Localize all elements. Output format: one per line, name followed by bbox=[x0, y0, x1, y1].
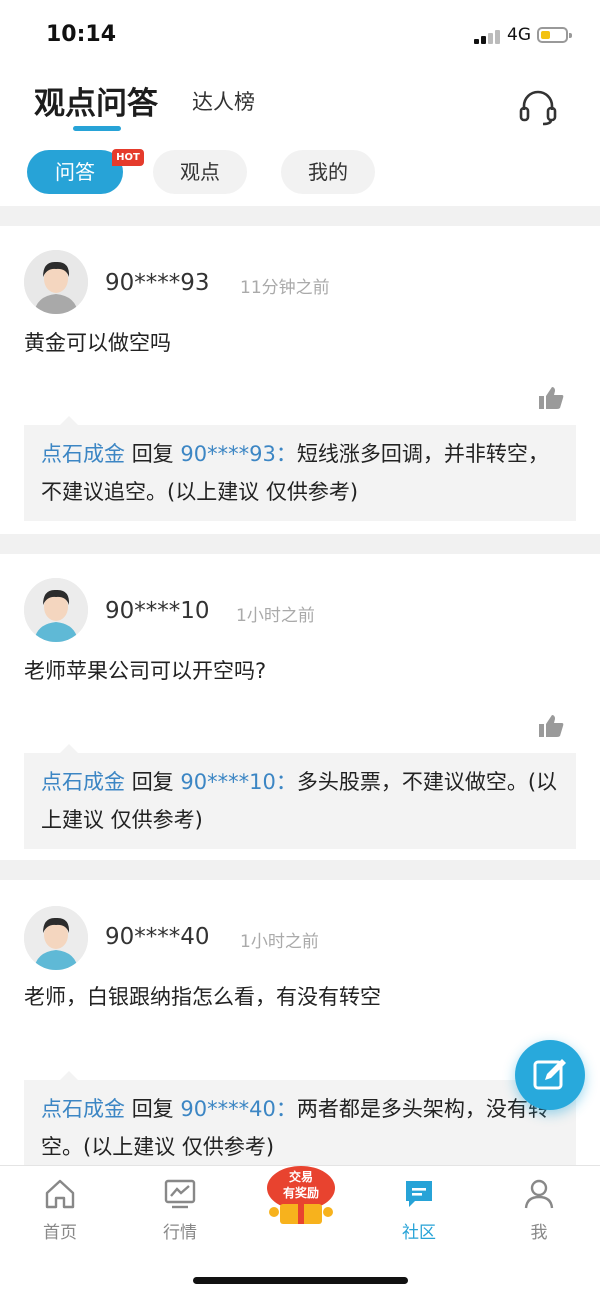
tab-me[interactable]: 我 bbox=[499, 1176, 579, 1243]
filter-qa[interactable]: 问答 bbox=[27, 150, 123, 194]
tab-label: 社区 bbox=[402, 1223, 436, 1243]
reply-target[interactable]: 90****93： bbox=[180, 442, 296, 466]
chat-icon bbox=[406, 1181, 432, 1207]
reply-author[interactable]: 点石成金 bbox=[41, 770, 125, 794]
signal-icon bbox=[474, 30, 502, 44]
tab-market[interactable]: 行情 bbox=[140, 1176, 220, 1243]
post-username: 90****40 bbox=[105, 924, 210, 950]
section-divider bbox=[0, 860, 600, 880]
tab-community[interactable]: 社区 bbox=[379, 1176, 459, 1243]
reply-box: 点石成金 回复 90****10：多头股票，不建议做空。(以上建议 仅供参考) bbox=[24, 744, 576, 849]
section-divider bbox=[0, 206, 600, 226]
section-divider bbox=[0, 534, 600, 554]
post-question[interactable]: 黄金可以做空吗 bbox=[24, 327, 171, 357]
reply-target[interactable]: 90****40： bbox=[180, 1097, 296, 1121]
person-icon bbox=[524, 1179, 554, 1209]
promo-line1: 交易 bbox=[288, 1170, 313, 1184]
page-title[interactable]: 观点问答 bbox=[34, 78, 158, 123]
tab-label: 首页 bbox=[43, 1223, 77, 1243]
reply-target[interactable]: 90****10： bbox=[180, 770, 296, 794]
trade-reward-promo[interactable]: 交易 有奖励 bbox=[258, 1162, 344, 1228]
tab-leaderboard[interactable]: 达人榜 bbox=[192, 86, 255, 116]
post-question[interactable]: 老师，白银跟纳指怎么看，有没有转空 bbox=[24, 981, 381, 1011]
post-card: 90****93 11分钟之前 黄金可以做空吗 点石成金 回复 90****93… bbox=[0, 226, 600, 534]
network-label: 4G bbox=[507, 25, 531, 45]
avatar[interactable] bbox=[24, 906, 88, 970]
battery-icon bbox=[537, 27, 572, 43]
post-card: 90****40 1小时之前 老师，白银跟纳指怎么看，有没有转空 点石成金 回复… bbox=[0, 880, 600, 1176]
reply-verb: 回复 bbox=[131, 1097, 174, 1121]
home-icon bbox=[45, 1179, 75, 1209]
post-time: 1小时之前 bbox=[240, 932, 319, 952]
hot-badge: HOT bbox=[112, 149, 144, 166]
post-time: 11分钟之前 bbox=[240, 278, 330, 298]
compose-button[interactable] bbox=[515, 1040, 585, 1110]
filter-mine[interactable]: 我的 bbox=[281, 150, 375, 194]
status-bar: 10:14 4G bbox=[0, 0, 600, 70]
edit-icon bbox=[533, 1059, 566, 1090]
status-time: 10:14 bbox=[46, 22, 117, 47]
post-question[interactable]: 老师苹果公司可以开空吗? bbox=[24, 655, 266, 685]
reply-author[interactable]: 点石成金 bbox=[41, 1097, 125, 1121]
home-indicator bbox=[193, 1277, 408, 1284]
thumbs-up-icon[interactable] bbox=[537, 384, 565, 412]
avatar[interactable] bbox=[24, 578, 88, 642]
reply-verb: 回复 bbox=[131, 770, 174, 794]
tab-label: 行情 bbox=[163, 1223, 197, 1243]
post-card: 90****10 1小时之前 老师苹果公司可以开空吗? 点石成金 回复 90**… bbox=[0, 554, 600, 860]
headset-icon[interactable] bbox=[517, 86, 559, 128]
chart-icon bbox=[164, 1179, 196, 1209]
post-time: 1小时之前 bbox=[236, 606, 315, 626]
tab-label: 我 bbox=[530, 1223, 548, 1243]
reply-author[interactable]: 点石成金 bbox=[41, 442, 125, 466]
post-username: 90****10 bbox=[105, 598, 210, 624]
avatar[interactable] bbox=[24, 250, 88, 314]
thumbs-up-icon[interactable] bbox=[537, 712, 565, 740]
reply-verb: 回复 bbox=[131, 442, 174, 466]
promo-line2: 有奖励 bbox=[282, 1186, 319, 1200]
post-username: 90****93 bbox=[105, 270, 210, 296]
reply-box: 点石成金 回复 90****93：短线涨多回调，并非转空，不建议追空。(以上建议… bbox=[24, 416, 576, 521]
filter-opinions[interactable]: 观点 bbox=[153, 150, 247, 194]
title-underline bbox=[73, 126, 121, 131]
tab-home[interactable]: 首页 bbox=[20, 1176, 100, 1243]
